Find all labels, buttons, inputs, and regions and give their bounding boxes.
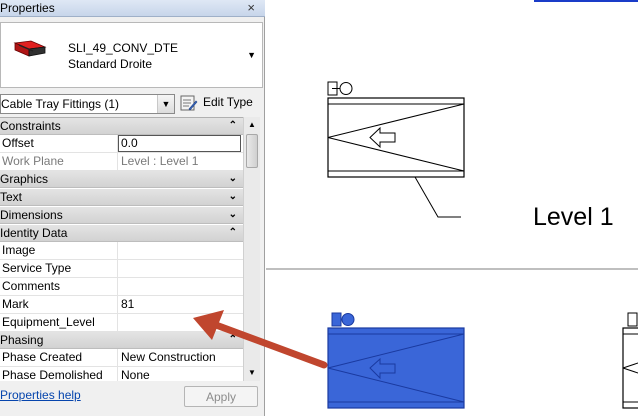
property-label: Equipment_Level (0, 314, 118, 332)
expand-icon[interactable]: ⌄ (229, 171, 237, 187)
scroll-down-icon[interactable]: ▼ (244, 365, 260, 381)
fitting-body (327, 97, 465, 178)
property-label: Service Type (0, 260, 118, 278)
group-label: Identity Data (0, 226, 68, 240)
properties-title-bar[interactable]: Properties × (0, 0, 265, 17)
group-label: Phasing (0, 333, 44, 347)
type-selector[interactable]: SLI_49_CONV_DTE Standard Droite ▼ (0, 22, 263, 88)
group-label: Text (0, 190, 23, 204)
cable-tray-fitting-selected[interactable] (327, 312, 465, 409)
property-row-offset[interactable]: Offset 0.0 (0, 135, 243, 153)
type-family-name: SLI_49_CONV_DTE (68, 41, 179, 55)
property-label: Mark (0, 296, 118, 314)
properties-panel: Properties × SLI_49_CONV_DTE Standard Dr… (0, 0, 265, 416)
group-phasing[interactable]: Phasing ⌃ (0, 332, 243, 349)
group-dimensions[interactable]: Dimensions ⌄ (0, 207, 243, 224)
property-label: Image (0, 242, 118, 260)
leader-line (414, 176, 461, 218)
expand-icon[interactable]: ⌄ (229, 207, 237, 223)
property-row-service-type[interactable]: Service Type (0, 260, 243, 278)
properties-scrollbar[interactable]: ▲ ▼ (243, 117, 260, 381)
fitting-connector-box (627, 312, 638, 327)
scroll-up-icon[interactable]: ▲ (244, 117, 260, 133)
expand-icon[interactable]: ⌄ (229, 189, 237, 205)
property-row-phase-created[interactable]: Phase Created New Construction (0, 349, 243, 367)
element-filter-value: Cable Tray Fittings (1) (1, 97, 120, 111)
property-value: Level : Level 1 (121, 154, 199, 168)
property-label: Offset (0, 135, 118, 153)
element-filter-dropdown[interactable]: Cable Tray Fittings (1) ▼ (0, 94, 175, 114)
property-value[interactable] (119, 314, 243, 332)
group-label: Dimensions (0, 208, 63, 222)
fitting-body (327, 327, 465, 409)
property-value[interactable] (119, 242, 243, 260)
collapse-icon[interactable]: ⌃ (229, 118, 237, 134)
group-graphics[interactable]: Graphics ⌄ (0, 171, 243, 188)
close-icon[interactable]: × (247, 0, 255, 16)
property-value[interactable]: 81 (119, 296, 243, 314)
edit-type-button[interactable]: Edit Type (180, 93, 256, 114)
property-row-work-plane: Work Plane Level : Level 1 (0, 153, 243, 171)
cable-tray-fitting-thumbnail-icon (13, 40, 47, 57)
property-label: Phase Demolished (0, 367, 118, 381)
properties-grid: Constraints ⌃ Offset 0.0 Work Plane Leve… (0, 117, 243, 381)
property-row-mark[interactable]: Mark 81 (0, 296, 243, 314)
edit-type-icon (180, 95, 198, 111)
offset-input[interactable]: 0.0 (118, 135, 241, 152)
apply-button[interactable]: Apply (184, 386, 258, 407)
level-name-label: Level 1 (533, 203, 614, 231)
properties-footer: Properties help Apply (0, 383, 264, 416)
drawing-canvas[interactable]: Level 1 (266, 0, 638, 416)
collapse-icon[interactable]: ⌃ (229, 225, 237, 241)
group-identity-data[interactable]: Identity Data ⌃ (0, 225, 243, 242)
fitting-connector-circle (341, 313, 355, 326)
property-label: Comments (0, 278, 118, 296)
property-row-equipment-level[interactable]: Equipment_Level (0, 314, 243, 332)
cable-tray-fitting-partial[interactable] (622, 312, 638, 409)
fitting-connector-box (331, 312, 342, 327)
group-constraints[interactable]: Constraints ⌃ (0, 118, 243, 135)
group-label: Graphics (0, 172, 49, 186)
type-name: Standard Droite (68, 57, 153, 71)
property-value[interactable]: None (119, 367, 243, 381)
chevron-down-icon[interactable]: ▼ (157, 95, 174, 113)
property-row-comments[interactable]: Comments (0, 278, 243, 296)
property-row-image[interactable]: Image (0, 242, 243, 260)
fitting-connector-circle (339, 82, 353, 95)
property-value[interactable] (119, 278, 243, 296)
panel-title: Properties (0, 1, 55, 15)
cable-tray-fitting-unselected[interactable] (327, 81, 465, 218)
property-label: Phase Created (0, 349, 118, 367)
properties-help-link[interactable]: Properties help (0, 388, 81, 402)
fitting-body (622, 327, 638, 409)
edit-type-label: Edit Type (203, 95, 253, 109)
group-text[interactable]: Text ⌄ (0, 189, 243, 206)
collapse-icon[interactable]: ⌃ (229, 332, 237, 348)
property-label: Work Plane (0, 153, 118, 171)
property-value[interactable]: New Construction (119, 349, 243, 367)
group-label: Constraints (0, 119, 61, 133)
property-row-phase-demolished[interactable]: Phase Demolished None (0, 367, 243, 381)
scrollbar-thumb[interactable] (246, 134, 258, 168)
property-value[interactable] (119, 260, 243, 278)
type-dropdown-arrow-icon[interactable]: ▼ (247, 50, 256, 60)
